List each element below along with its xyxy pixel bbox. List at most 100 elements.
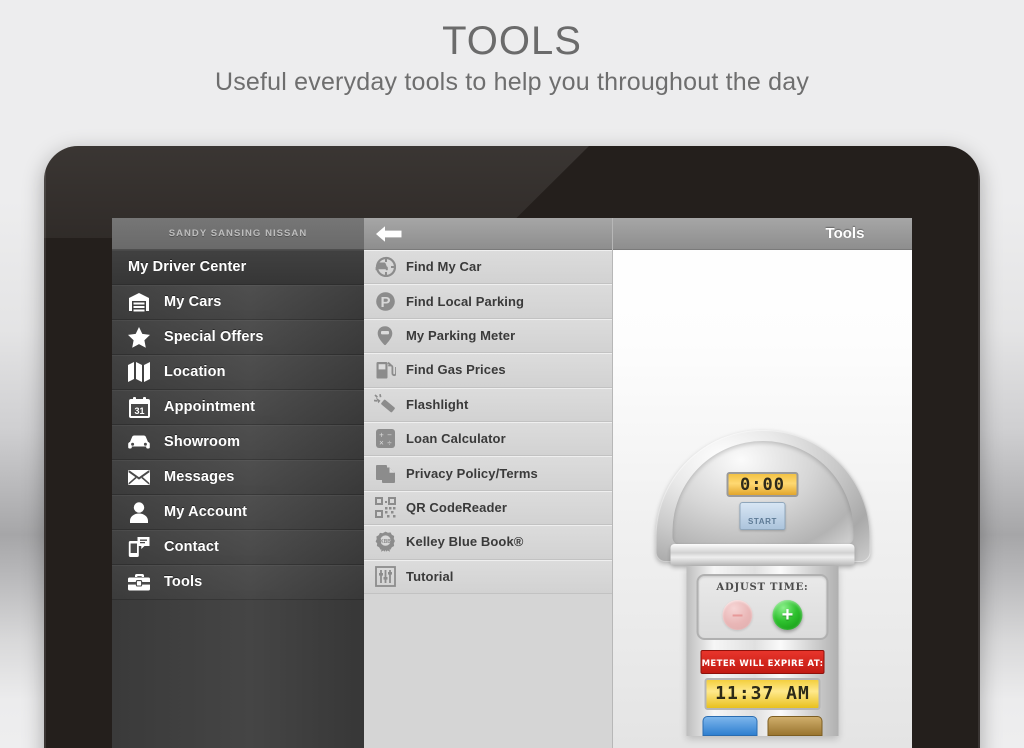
tool-item-find-my-car[interactable]: Find My Car — [364, 250, 612, 285]
toolbox-icon — [128, 571, 150, 593]
meter-tan-button[interactable] — [767, 716, 823, 736]
adjust-time-label: ADJUST TIME: — [716, 582, 809, 593]
sidebar-item-label: Messages — [164, 469, 235, 485]
sidebar-item-showroom[interactable]: Showroom — [112, 425, 364, 460]
gas-pump-icon — [374, 359, 396, 381]
sidebar-item-label: Tools — [164, 574, 203, 590]
car-compass-icon — [374, 256, 396, 278]
meter-timer-value: 0:00 — [740, 474, 785, 495]
expire-time-value: 11:37 AM — [715, 683, 810, 704]
envelope-icon — [128, 466, 150, 488]
page-subtitle: Useful everyday tools to help you throug… — [214, 68, 810, 96]
tool-item-find-local-parking[interactable]: P Find Local Parking — [364, 284, 612, 319]
meter-lower-buttons — [702, 716, 823, 736]
sidebar-item-tools[interactable]: Tools — [112, 565, 364, 600]
star-icon — [128, 326, 150, 348]
bezel-edge-left — [44, 146, 46, 748]
detail-pane: Tools 0:00 START ADJUST TIME: – + METER … — [613, 218, 912, 748]
svg-text:KBB: KBB — [380, 539, 391, 545]
tool-item-label: Loan Calculator — [406, 431, 506, 447]
sidebar-item-label: My Cars — [164, 294, 222, 310]
qr-code-icon — [374, 496, 396, 518]
tool-item-loan-calculator[interactable]: + − × ÷ Loan Calculator — [364, 421, 612, 457]
tool-item-find-gas-prices[interactable]: Find Gas Prices — [364, 353, 612, 388]
sidebar-empty-space — [112, 600, 364, 748]
tool-item-label: Tutorial — [406, 568, 454, 584]
meter-body: ADJUST TIME: – + METER WILL EXPIRE AT: 1… — [686, 566, 839, 736]
tool-item-label: Flashlight — [406, 396, 469, 412]
sidebar-item-location[interactable]: Location — [112, 355, 364, 390]
tool-item-label: My Parking Meter — [406, 327, 516, 343]
expire-time-display: 11:37 AM — [704, 678, 821, 710]
detail-title-wrap: Tools — [613, 218, 912, 249]
meter-timer-display: 0:00 — [726, 472, 799, 497]
parking-meter-icon — [374, 324, 396, 346]
tool-item-kelley-blue-book[interactable]: KBB Kelley Blue Book® — [364, 525, 612, 560]
svg-text:×: × — [379, 439, 384, 448]
tool-item-label: QR CodeReader — [406, 499, 507, 515]
sidebar-item-label: Special Offers — [164, 329, 264, 345]
sidebar-item-label: Appointment — [164, 399, 256, 415]
sidebar-item-label: My Account — [164, 504, 248, 520]
sidebar-nav: SANDY SANSING NISSAN My Driver Center My… — [112, 218, 364, 748]
back-arrow-icon[interactable] — [376, 225, 402, 243]
sidebar-item-my-cars[interactable]: My Cars — [112, 285, 364, 320]
expire-banner: METER WILL EXPIRE AT: — [700, 650, 825, 674]
tools-list-empty-space — [364, 593, 612, 748]
tablet-screen: SANDY SANSING NISSAN My Driver Center My… — [112, 218, 912, 748]
parking-p-icon: P — [374, 290, 396, 312]
person-icon — [128, 501, 150, 523]
sidebar-item-label: My Driver Center — [128, 259, 247, 275]
tools-list-titlebar — [364, 218, 612, 250]
sliders-icon — [374, 565, 396, 587]
tool-item-label: Find Local Parking — [406, 293, 525, 309]
sidebar-item-messages[interactable]: Messages — [112, 460, 364, 495]
svg-text:P: P — [380, 294, 390, 311]
dealer-brand-bar: SANDY SANSING NISSAN — [112, 218, 364, 250]
tool-item-qr-codereader[interactable]: QR CodeReader — [364, 490, 612, 526]
sidebar-item-label: Showroom — [164, 434, 241, 450]
svg-text:÷: ÷ — [387, 439, 392, 448]
tablet-device-frame: SANDY SANSING NISSAN My Driver Center My… — [44, 146, 980, 748]
dealer-brand-label: SANDY SANSING NISSAN — [168, 228, 308, 239]
kbb-badge-icon: KBB — [374, 531, 396, 553]
car-icon — [128, 431, 150, 453]
expire-banner-label: METER WILL EXPIRE AT: — [701, 659, 824, 669]
tool-item-label: Kelley Blue Book® — [406, 534, 524, 550]
tools-list-panel: Find My Car P Find Local Parking My Park… — [364, 218, 613, 748]
meter-neck — [670, 544, 855, 566]
page-title: TOOLS — [442, 19, 582, 63]
sidebar-item-my-driver-center[interactable]: My Driver Center — [112, 250, 364, 285]
sidebar-item-appointment[interactable]: 31 Appointment — [112, 390, 364, 425]
tool-item-label: Find My Car — [406, 259, 482, 275]
sidebar-item-special-offers[interactable]: Special Offers — [112, 320, 364, 355]
sidebar-item-label: Location — [164, 364, 226, 380]
tool-item-label: Find Gas Prices — [406, 362, 506, 378]
phone-chat-icon — [128, 536, 150, 558]
adjust-time-buttons: – + — [699, 600, 827, 630]
detail-titlebar: Tools — [613, 218, 912, 250]
increase-time-button[interactable]: + — [772, 600, 803, 630]
garage-icon — [128, 291, 150, 313]
meter-blue-button[interactable] — [702, 716, 758, 736]
detail-title: Tools — [825, 225, 865, 242]
bezel-edge-right — [978, 146, 980, 748]
meter-start-label: START — [747, 517, 778, 526]
tool-item-privacy-policy-terms[interactable]: Privacy Policy/Terms — [364, 456, 612, 491]
sidebar-item-contact[interactable]: Contact — [112, 530, 364, 565]
adjust-time-panel: ADJUST TIME: – + — [696, 574, 829, 640]
svg-text:31: 31 — [134, 406, 144, 416]
sidebar-item-label: Contact — [164, 539, 220, 555]
tool-item-flashlight[interactable]: Flashlight — [364, 387, 612, 422]
sidebar-item-my-account[interactable]: My Account — [112, 495, 364, 530]
tool-item-my-parking-meter[interactable]: My Parking Meter — [364, 318, 612, 354]
meter-start-button[interactable]: START — [739, 502, 786, 530]
decrease-time-button[interactable]: – — [722, 600, 753, 630]
documents-icon — [374, 462, 396, 484]
tool-item-label: Privacy Policy/Terms — [406, 465, 538, 481]
calendar-icon: 31 — [128, 396, 150, 418]
map-icon — [128, 361, 150, 383]
flashlight-icon — [374, 393, 396, 415]
tool-item-tutorial[interactable]: Tutorial — [364, 559, 612, 594]
parking-meter-graphic: 0:00 START ADJUST TIME: – + METER WILL E… — [655, 430, 870, 736]
